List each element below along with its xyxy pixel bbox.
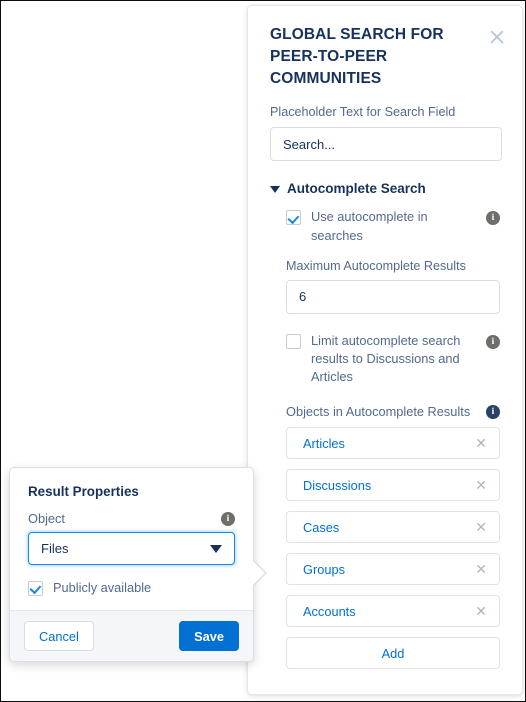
close-icon[interactable]: ✕ <box>473 476 489 494</box>
publicly-available-label: Publicly available <box>53 580 152 595</box>
chevron-down-icon <box>210 544 222 553</box>
section-ask-community[interactable]: Ask Community <box>270 693 502 694</box>
list-item[interactable]: Discussions ✕ <box>286 469 500 502</box>
list-item[interactable]: Groups ✕ <box>286 553 500 586</box>
limit-results-row: Limit autocomplete search results to Dis… <box>286 332 500 386</box>
objects-in-results-header: Objects in Autocomplete Results i <box>286 404 500 419</box>
info-icon[interactable]: i <box>486 211 500 226</box>
cancel-button[interactable]: Cancel <box>24 621 94 651</box>
object-chip-label: Discussions <box>303 477 372 493</box>
popover-title: Result Properties <box>28 484 139 499</box>
close-icon[interactable]: ✕ <box>473 602 489 620</box>
object-chip-label: Articles <box>303 435 345 451</box>
list-item[interactable]: Articles ✕ <box>286 427 500 460</box>
close-icon[interactable]: ✕ <box>473 518 489 536</box>
page-title: GLOBAL SEARCH FOR PEER-TO-PEER COMMUNITI… <box>270 26 444 87</box>
info-icon[interactable]: i <box>221 511 235 526</box>
object-chip-label: Cases <box>303 519 340 535</box>
app-root: GLOBAL SEARCH FOR PEER-TO-PEER COMMUNITI… <box>0 0 526 702</box>
chevron-down-icon <box>270 186 280 194</box>
popover-footer: Cancel Save <box>10 610 253 661</box>
info-icon[interactable]: i <box>486 334 500 349</box>
save-button[interactable]: Save <box>179 621 239 651</box>
section-ask-community-label: Ask Community <box>284 693 387 694</box>
publicly-available-checkbox[interactable] <box>28 581 43 596</box>
close-icon[interactable]: ✕ <box>473 434 489 452</box>
result-properties-popover: Result Properties Object i Files Publicl… <box>9 467 267 662</box>
section-autocomplete-search[interactable]: Autocomplete Search <box>270 181 502 196</box>
max-autocomplete-results-label: Maximum Autocomplete Results <box>286 258 466 273</box>
object-select-value: Files <box>41 541 69 556</box>
use-autocomplete-checkbox[interactable] <box>286 210 301 226</box>
list-item[interactable]: Cases ✕ <box>286 511 500 544</box>
list-item[interactable]: Accounts ✕ <box>286 595 500 628</box>
close-icon[interactable] <box>488 28 506 46</box>
info-icon[interactable]: i <box>486 404 500 419</box>
objects-in-results-label: Objects in Autocomplete Results <box>286 404 471 420</box>
use-autocomplete-label: Use autocomplete in searches <box>311 209 428 243</box>
object-chip-label: Accounts <box>303 603 356 619</box>
object-chip-label: Groups <box>303 561 345 577</box>
placeholder-text-label: Placeholder Text for Search Field <box>270 105 456 119</box>
use-autocomplete-row: Use autocomplete in searches i <box>286 208 500 244</box>
close-icon[interactable]: ✕ <box>473 560 489 578</box>
object-field-label: Object <box>28 511 65 526</box>
section-autocomplete-search-label: Autocomplete Search <box>287 181 426 197</box>
add-object-button[interactable]: Add <box>286 637 500 670</box>
object-select[interactable]: Files <box>28 532 235 565</box>
object-field-header: Object i <box>28 511 235 526</box>
limit-results-checkbox[interactable] <box>286 333 301 349</box>
limit-results-label: Limit autocomplete search results to Dis… <box>311 332 461 384</box>
popover-arrow-fill <box>253 561 265 585</box>
search-placeholder-input[interactable] <box>270 127 502 162</box>
global-search-settings-panel: GLOBAL SEARCH FOR PEER-TO-PEER COMMUNITI… <box>247 5 523 695</box>
publicly-available-row: Publicly available <box>28 579 235 596</box>
max-autocomplete-results-input[interactable] <box>286 279 500 314</box>
